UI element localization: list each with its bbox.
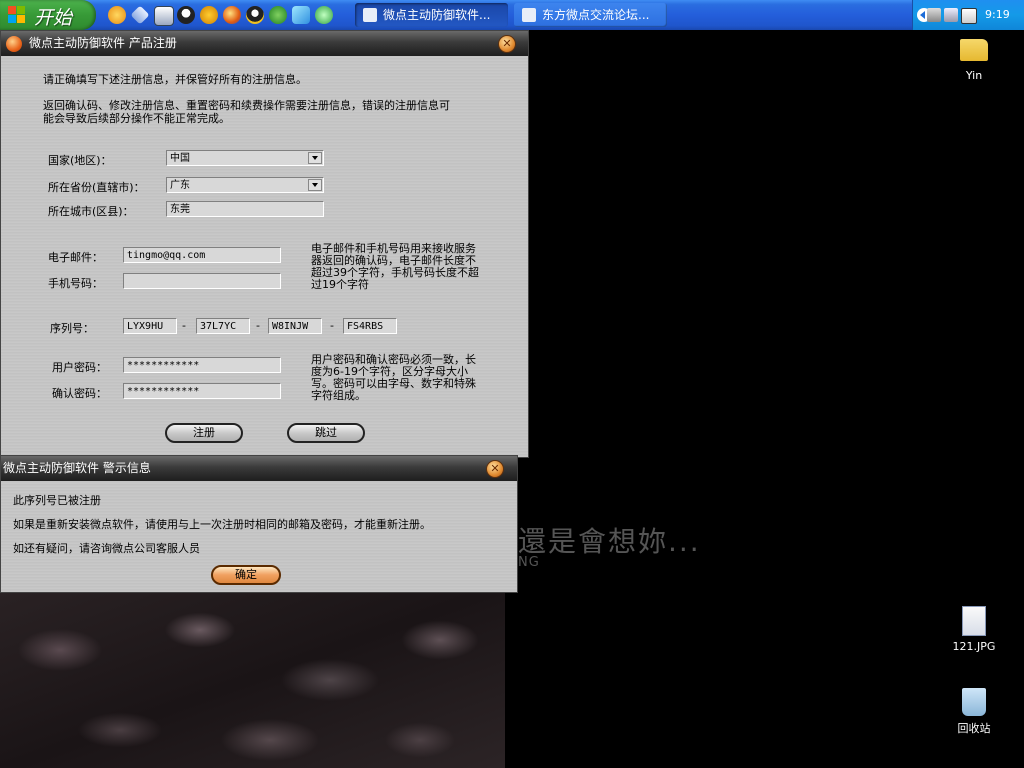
wallpaper-text: 還是會想妳... xyxy=(518,525,701,558)
desktop-icon-label: Yin xyxy=(965,69,983,82)
close-icon[interactable]: ✕ xyxy=(486,460,504,478)
chevron-down-icon[interactable] xyxy=(308,179,322,191)
taskbar: 开始 微点主动防御软件... 东方微点交流论坛... 9:19 xyxy=(0,0,1024,30)
tray-volume-icon[interactable] xyxy=(944,8,958,22)
province-label: 所在省份(直辖市)： xyxy=(48,181,145,194)
wallpaper-subtext: NG xyxy=(518,555,540,570)
province-value: 广东 xyxy=(170,180,190,191)
image-file-icon xyxy=(962,606,986,636)
app-icon xyxy=(363,8,377,22)
skip-button[interactable]: 跳过 xyxy=(287,423,365,443)
desktop-icon-yin[interactable]: Yin xyxy=(944,36,1004,82)
province-select[interactable]: 广东 xyxy=(166,177,324,193)
intro-text-3: 能会导致后续部分操作不能正常完成。 xyxy=(43,112,230,125)
serial-input-2[interactable]: 37L7YC xyxy=(196,318,250,334)
system-tray: 9:19 xyxy=(912,0,1024,30)
flash-icon[interactable] xyxy=(292,6,310,24)
city-label: 所在城市(区县)： xyxy=(48,205,134,218)
alert-message-3: 如还有疑问，请咨询微点公司客服人员 xyxy=(13,542,200,555)
alert-message-2: 如果是重新安装微点软件，请使用与上一次注册时相同的邮箱及密码，才能重新注册。 xyxy=(13,518,431,531)
country-value: 中国 xyxy=(170,153,190,164)
serial-input-1[interactable]: LYX9HU xyxy=(123,318,177,334)
alert-window: 微点主动防御软件 警示信息 ✕ 此序列号已被注册 如果是重新安装微点软件，请使用… xyxy=(0,455,518,593)
recycle-bin-icon xyxy=(962,688,986,716)
register-button[interactable]: 注册 xyxy=(165,423,243,443)
country-select[interactable]: 中国 xyxy=(166,150,324,166)
start-label: 开始 xyxy=(34,7,73,29)
desktop-icon-jpg[interactable]: 121.JPG xyxy=(944,606,1004,653)
intro-text-1: 请正确填写下述注册信息，并保管好所有的注册信息。 xyxy=(43,73,307,86)
media-icon[interactable] xyxy=(154,6,174,26)
info-icon[interactable] xyxy=(200,6,218,24)
ok-button[interactable]: 确定 xyxy=(211,565,281,585)
wallpaper-image xyxy=(0,590,505,768)
close-icon[interactable]: ✕ xyxy=(498,35,516,53)
serial-separator: - xyxy=(330,319,334,332)
serial-input-4[interactable]: FS4RBS xyxy=(343,318,397,334)
taskbar-window-registration[interactable]: 微点主动防御软件... xyxy=(355,3,508,27)
phone-input[interactable] xyxy=(123,273,281,289)
serial-separator: - xyxy=(256,319,260,332)
ie-icon[interactable] xyxy=(108,6,126,24)
qq-icon[interactable] xyxy=(246,6,264,24)
taskbar-window-label: 微点主动防御软件... xyxy=(383,8,491,22)
desktop-icon-label: 回收站 xyxy=(957,722,991,735)
email-input[interactable]: tingmo@qq.com xyxy=(123,247,281,263)
intro-text-2: 返回确认码、修改注册信息、重置密码和续费操作需要注册信息，错误的注册信息可 xyxy=(43,99,450,112)
window-title: 微点主动防御软件 产品注册 xyxy=(29,36,177,50)
alert-title: 微点主动防御软件 警示信息 xyxy=(3,461,151,475)
country-label: 国家(地区)： xyxy=(48,154,112,167)
serial-separator: - xyxy=(182,319,186,332)
qq-penguin-icon[interactable] xyxy=(177,6,195,24)
serial-label: 序列号： xyxy=(50,322,94,335)
desktop-icon-recycle-bin[interactable]: 回收站 xyxy=(944,688,1004,736)
serial-input-3[interactable]: W8INJW xyxy=(268,318,322,334)
taskbar-window-label: 东方微点交流论坛... xyxy=(542,8,650,22)
start-logo-icon xyxy=(8,6,26,24)
firefox-icon[interactable] xyxy=(223,6,241,24)
chevron-down-icon[interactable] xyxy=(308,152,322,164)
contact-note-4: 过19个字符 xyxy=(311,278,369,291)
folder-icon xyxy=(960,39,988,61)
city-input[interactable]: 东莞 xyxy=(166,201,324,217)
password-label: 用户密码： xyxy=(52,361,107,374)
phone-label: 手机号码： xyxy=(48,277,103,290)
tray-app-icon[interactable] xyxy=(961,8,977,24)
ie-icon xyxy=(522,8,536,22)
tray-network-icon[interactable] xyxy=(927,8,941,22)
clock[interactable]: 9:19 xyxy=(985,8,1010,21)
registration-window: 微点主动防御软件 产品注册 ✕ 请正确填写下述注册信息，并保管好所有的注册信息。… xyxy=(0,30,529,458)
start-button[interactable]: 开始 xyxy=(0,0,96,30)
confirm-password-label: 确认密码： xyxy=(52,387,107,400)
taskbar-window-forum[interactable]: 东方微点交流论坛... xyxy=(514,3,667,27)
app-icon xyxy=(6,36,22,52)
qq-game-icon[interactable] xyxy=(269,6,287,24)
alert-message-1: 此序列号已被注册 xyxy=(13,494,101,507)
password-input[interactable]: ************ xyxy=(123,357,281,373)
window-titlebar[interactable]: 微点主动防御软件 产品注册 ✕ xyxy=(1,31,528,56)
alert-titlebar[interactable]: 微点主动防御软件 警示信息 ✕ xyxy=(1,456,517,481)
password-note-4: 字符组成。 xyxy=(311,389,366,402)
email-label: 电子邮件： xyxy=(48,251,103,264)
confirm-password-input[interactable]: ************ xyxy=(123,383,281,399)
headset-icon[interactable] xyxy=(315,6,333,24)
desktop-icon-label: 121.JPG xyxy=(952,640,996,653)
show-desktop-icon[interactable] xyxy=(130,5,150,25)
